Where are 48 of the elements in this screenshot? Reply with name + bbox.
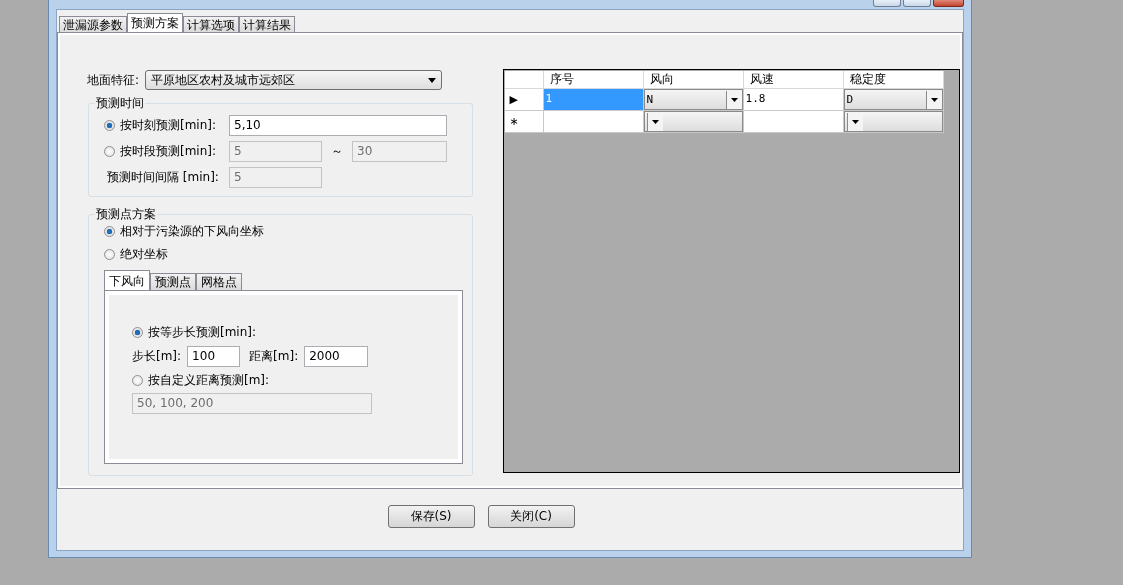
- field-label: 距离[m]:: [249, 347, 299, 365]
- maximize-button[interactable]: [903, 0, 931, 7]
- tab[interactable]: 计算结果: [239, 16, 295, 32]
- header-corner: [504, 71, 544, 89]
- radio-label: 相对于污染源的下风向坐标: [120, 223, 264, 240]
- dropdown-cell[interactable]: D: [843, 89, 944, 111]
- field-label: 预测时间间隔 [min]:: [106, 168, 220, 186]
- dropdown-cell[interactable]: [843, 111, 944, 133]
- row-marker: ▶: [504, 89, 544, 111]
- column-header: 风向: [643, 71, 744, 89]
- input-field[interactable]: 100: [187, 345, 241, 367]
- radio-button[interactable]: [104, 226, 115, 237]
- radio-button[interactable]: [104, 119, 115, 131]
- group-title: 预测时间: [95, 96, 145, 110]
- tab[interactable]: 预测点: [150, 273, 196, 290]
- row-marker: ∗: [504, 111, 544, 133]
- radio-button[interactable]: [132, 326, 143, 338]
- input-field[interactable]: 5,10: [229, 114, 447, 136]
- dialog-button[interactable]: 保存(S): [387, 505, 475, 528]
- radio-label: 按自定义距离预测[m]:: [148, 371, 270, 389]
- minimize-button[interactable]: [873, 0, 901, 7]
- tab[interactable]: 预测方案: [127, 13, 183, 32]
- tab[interactable]: 网格点: [196, 273, 242, 290]
- dialog-button[interactable]: 关闭(C): [487, 505, 575, 528]
- table-cell: 1: [543, 89, 644, 111]
- radio-label: 按等步长预测[min]:: [148, 323, 257, 341]
- field-label: 地面特征:: [87, 71, 140, 89]
- tab[interactable]: 泄漏源参数: [59, 16, 127, 32]
- radio-label: 按时刻预测[min]:: [120, 116, 217, 134]
- radio-button[interactable]: [132, 374, 143, 386]
- group-title: 预测点方案: [95, 207, 157, 221]
- radio-button[interactable]: [104, 249, 115, 260]
- range-separator: ～: [330, 142, 344, 160]
- radio-label: 按时段预测[min]:: [120, 142, 217, 160]
- dropdown-cell[interactable]: N: [643, 89, 744, 111]
- tab[interactable]: 下风向: [104, 270, 150, 290]
- tab[interactable]: 计算选项: [183, 16, 239, 32]
- terrain-dropdown[interactable]: 平原地区农村及城市远郊区: [145, 70, 443, 90]
- table-cell: 1.8: [743, 89, 844, 111]
- column-header: 风速: [743, 71, 844, 89]
- radio-label: 绝对坐标: [120, 246, 168, 263]
- dropdown-cell[interactable]: [643, 111, 744, 133]
- column-header: 稳定度: [843, 71, 944, 89]
- column-header: 序号: [543, 71, 644, 89]
- close-button[interactable]: [933, 0, 964, 7]
- field-label: 步长[m]:: [132, 347, 182, 365]
- input-field[interactable]: 2000: [304, 345, 369, 367]
- dropdown-arrow-icon: [428, 77, 437, 83]
